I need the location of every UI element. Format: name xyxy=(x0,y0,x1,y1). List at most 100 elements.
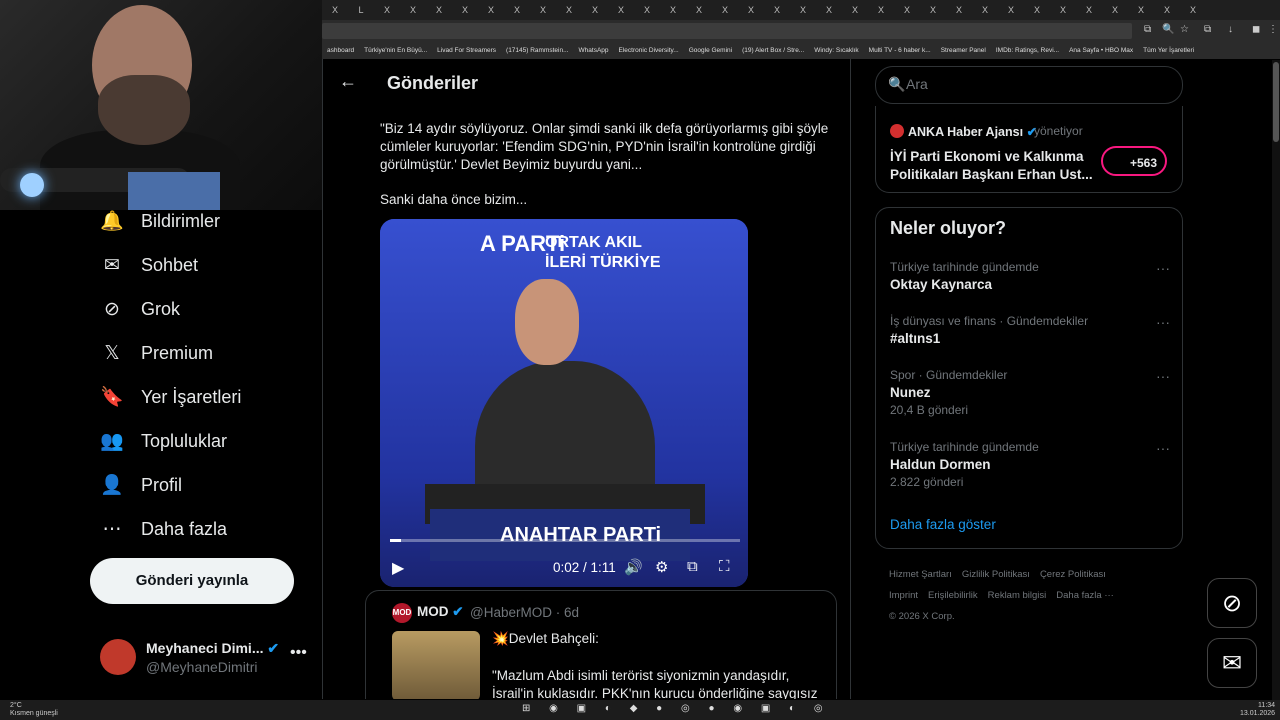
browser-tab[interactable]: X xyxy=(894,0,920,20)
bookmark-item[interactable]: Livad For Streamers xyxy=(437,42,496,59)
browser-tab[interactable]: X xyxy=(946,0,972,20)
nav-item-1[interactable]: ✉ Sohbet xyxy=(100,250,198,280)
browser-tab[interactable]: X xyxy=(868,0,894,20)
more-icon[interactable]: ··· xyxy=(1156,440,1170,456)
more-icon[interactable]: ··· xyxy=(1156,314,1170,330)
browser-tab[interactable]: X xyxy=(582,0,608,20)
browser-tab[interactable]: X xyxy=(634,0,660,20)
address-bar[interactable] xyxy=(322,23,1132,39)
browser-tab[interactable]: X xyxy=(972,0,998,20)
live-space-card[interactable]: ANKA Haber Ajansı ✔ yönetiyor İYİ Parti … xyxy=(875,106,1183,193)
browser-tab[interactable]: X xyxy=(790,0,816,20)
messages-icon[interactable]: ✉ xyxy=(1207,638,1257,688)
bookmark-item[interactable]: IMDb: Ratings, Revi... xyxy=(996,42,1059,59)
browser-tab[interactable]: X xyxy=(920,0,946,20)
browser-tab[interactable]: X xyxy=(998,0,1024,20)
bookmark-item[interactable]: WhatsApp xyxy=(579,42,609,59)
footer-link[interactable]: Reklam bilgisi xyxy=(988,590,1047,601)
browser-tab[interactable]: X xyxy=(738,0,764,20)
browser-tab[interactable]: X xyxy=(1154,0,1180,20)
nav-item-0[interactable]: 🔔 Bildirimler xyxy=(100,206,220,236)
bookmark-item[interactable]: Tüm Yer İşaretleri xyxy=(1143,42,1194,59)
grok-icon[interactable]: ⊘ xyxy=(1207,578,1257,628)
browser-tab[interactable]: X xyxy=(764,0,790,20)
extensions-icon[interactable]: ⧉ xyxy=(1204,24,1211,35)
footer-link[interactable]: Hizmet Şartları xyxy=(889,569,952,580)
bookmark-item[interactable]: Multi TV - 6 haber k... xyxy=(869,42,931,59)
footer-link[interactable]: Imprint xyxy=(889,590,918,601)
nav-item-7[interactable]: ⋯ Daha fazla xyxy=(100,514,228,544)
more-icon[interactable]: ··· xyxy=(1156,368,1170,384)
weather-widget[interactable]: 2°C Kısmen güneşli xyxy=(10,702,58,718)
fullscreen-icon[interactable]: ⛶ xyxy=(719,558,730,575)
browser-tab[interactable]: X xyxy=(686,0,712,20)
volume-icon[interactable]: 🔊 xyxy=(624,558,643,576)
browser-tab[interactable]: X xyxy=(556,0,582,20)
search-input[interactable]: Ara xyxy=(906,76,928,92)
browser-tab[interactable]: X xyxy=(426,0,452,20)
browser-tab[interactable]: X xyxy=(322,0,348,20)
browser-tab[interactable]: X xyxy=(374,0,400,20)
video-progress-bar[interactable] xyxy=(390,539,740,542)
trend-item[interactable]: Türkiye tarihinde gündemde Haldun Dormen 2… xyxy=(890,440,1170,496)
trend-item[interactable]: İş dünyası ve finans · Gündemdekiler #alt… xyxy=(890,314,1170,370)
browser-tab[interactable]: L xyxy=(348,0,374,20)
bookmark-item[interactable]: Ana Sayfa • HBO Max xyxy=(1069,42,1133,59)
browser-tab[interactable]: X xyxy=(400,0,426,20)
more-icon[interactable]: ••• xyxy=(290,644,307,662)
video-player[interactable]: A PARTi ORTAK AKIL İLERİ TÜRKİYE ANAHTAR… xyxy=(380,219,748,587)
scrollbar[interactable] xyxy=(1272,60,1280,700)
nav-item-6[interactable]: 👤 Profil xyxy=(100,470,182,500)
browser-tab[interactable]: X xyxy=(452,0,478,20)
browser-tab[interactable]: X xyxy=(530,0,556,20)
footer-link[interactable]: Çerez Politikası xyxy=(1040,569,1106,580)
download-icon[interactable]: ↓ xyxy=(1228,24,1233,35)
more-icon[interactable]: ··· xyxy=(1156,260,1170,276)
browser-tab[interactable]: X xyxy=(1024,0,1050,20)
browser-tab[interactable]: X xyxy=(660,0,686,20)
trend-item[interactable]: Türkiye tarihinde gündemde Oktay Kaynarca… xyxy=(890,260,1170,316)
zoom-icon[interactable]: 🔍 xyxy=(1162,24,1174,35)
bookmark-item[interactable]: Google Gemini xyxy=(689,42,732,59)
browser-tab[interactable]: X xyxy=(1050,0,1076,20)
back-arrow-icon[interactable]: ← xyxy=(339,71,357,92)
show-more-link[interactable]: Daha fazla göster xyxy=(890,517,996,532)
nav-item-4[interactable]: 🔖 Yer İşaretleri xyxy=(100,382,241,412)
bookmark-item[interactable]: Türkiye'nin En Büyü... xyxy=(364,42,427,59)
browser-tab[interactable]: X xyxy=(1076,0,1102,20)
browser-tab[interactable]: X xyxy=(712,0,738,20)
bookmark-item[interactable]: Windy: Sıcaklık xyxy=(814,42,858,59)
browser-tab[interactable]: X xyxy=(1180,0,1206,20)
clock[interactable]: 11:34 13.01.2026 xyxy=(1240,702,1275,718)
cast-icon[interactable]: ⧉ xyxy=(1144,24,1151,35)
browser-tab[interactable]: X xyxy=(1128,0,1154,20)
nav-item-2[interactable]: ⊘ Grok xyxy=(100,294,180,324)
settings-gear-icon[interactable]: ⚙ xyxy=(655,558,668,576)
bookmark-item[interactable]: (17145) Rammstein... xyxy=(506,42,569,59)
star-icon[interactable]: ☆ xyxy=(1180,24,1189,35)
menu-icon[interactable]: ⋮ xyxy=(1268,24,1278,35)
taskbar-apps[interactable]: ⊞ ◉ ▣ ◐ ◆ ● ◎ ● ◉ ▣ ◐ ◎ xyxy=(522,703,831,714)
trend-item[interactable]: Spor · Gündemdekiler Nunez 20,4 B gönderi ·… xyxy=(890,368,1170,424)
pip-icon[interactable]: ⧉ xyxy=(687,558,698,575)
browser-tab[interactable]: X xyxy=(608,0,634,20)
post-button[interactable]: Gönderi yayınla xyxy=(90,558,294,604)
browser-tab[interactable]: X xyxy=(478,0,504,20)
browser-tab[interactable]: X xyxy=(1102,0,1128,20)
play-icon[interactable]: ▶ xyxy=(392,558,404,578)
footer-link[interactable]: Gizlilik Politikası xyxy=(962,569,1030,580)
footer-link[interactable]: Erişilebilirlik xyxy=(928,590,978,601)
search-box[interactable]: 🔍 Ara xyxy=(875,66,1183,104)
nav-item-5[interactable]: 👥 Topluluklar xyxy=(100,426,227,456)
footer-link[interactable]: Daha fazla ··· xyxy=(1056,590,1114,601)
account-switcher[interactable]: Meyhaneci Dimi... ✔ @MeyhaneDimitri ••• xyxy=(100,636,320,680)
bookmark-item[interactable]: Streamer Panel xyxy=(941,42,986,59)
bookmark-item[interactable]: Electronic Diversity... xyxy=(619,42,679,59)
quoted-tweet[interactable]: MOD MOD ✔ @HaberMOD · 6d 💥Devlet Bahçeli… xyxy=(365,590,837,699)
profile-icon[interactable]: ◼ xyxy=(1252,24,1260,35)
bookmark-item[interactable]: (19) Alert Box / Stre... xyxy=(742,42,804,59)
nav-item-3[interactable]: 𝕏 Premium xyxy=(100,338,213,368)
browser-tab[interactable]: X xyxy=(504,0,530,20)
bookmark-item[interactable]: ashboard xyxy=(327,42,354,59)
browser-tab[interactable]: X xyxy=(842,0,868,20)
